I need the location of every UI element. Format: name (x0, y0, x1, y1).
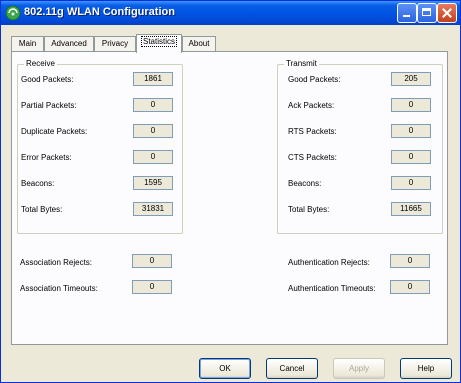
transmit-total-bytes-label: Total Bytes: (288, 205, 330, 214)
receive-group: Receive Good Packets: 1861 Partial Packe… (17, 59, 183, 234)
receive-error-packets-value: 0 (133, 150, 173, 164)
receive-duplicate-packets-value: 0 (133, 124, 173, 138)
receive-group-title: Receive (24, 59, 57, 68)
receive-duplicate-packets-label: Duplicate Packets: (21, 127, 88, 136)
association-rejects-value: 0 (132, 254, 172, 268)
close-button[interactable] (437, 3, 457, 23)
association-timeouts-label: Association Timeouts: (20, 284, 98, 293)
statistics-panel: Receive Good Packets: 1861 Partial Packe… (11, 51, 448, 345)
receive-total-bytes-value: 31831 (133, 202, 173, 216)
authentication-rejects-label: Authentication Rejects: (288, 258, 370, 267)
receive-partial-packets-value: 0 (133, 98, 173, 112)
receive-good-packets-value: 1861 (133, 72, 173, 86)
receive-good-packets-label: Good Packets: (21, 75, 74, 84)
window-title: 802.11g WLAN Configuration (24, 6, 175, 18)
receive-beacons-value: 1595 (133, 176, 173, 190)
network-adapter-icon (5, 5, 21, 21)
association-rejects-label: Association Rejects: (20, 258, 93, 267)
transmit-beacons-label: Beacons: (288, 179, 322, 188)
tab-privacy[interactable]: Privacy (94, 36, 136, 52)
help-button[interactable]: Help (400, 358, 452, 379)
transmit-cts-packets-value: 0 (391, 150, 431, 164)
transmit-total-bytes-value: 11665 (391, 202, 431, 216)
apply-button[interactable]: Apply (333, 358, 385, 379)
wlan-config-window: 802.11g WLAN Configuration Main Advanced… (0, 0, 461, 383)
association-timeouts-value: 0 (132, 280, 172, 294)
cancel-button[interactable]: Cancel (266, 358, 318, 379)
transmit-beacons-value: 0 (391, 176, 431, 190)
authentication-timeouts-label: Authentication Timeouts: (288, 284, 376, 293)
transmit-good-packets-label: Good Packets: (288, 75, 341, 84)
receive-beacons-label: Beacons: (21, 179, 55, 188)
tab-advanced[interactable]: Advanced (44, 36, 94, 52)
transmit-ack-packets-label: Ack Packets: (288, 101, 335, 110)
authentication-timeouts-value: 0 (390, 280, 430, 294)
authentication-rejects-value: 0 (390, 254, 430, 268)
transmit-good-packets-value: 205 (391, 72, 431, 86)
tab-statistics[interactable]: Statistics (136, 34, 182, 53)
ok-button[interactable]: OK (199, 358, 251, 379)
tab-main[interactable]: Main (11, 36, 44, 52)
maximize-button[interactable] (417, 3, 437, 23)
tab-about[interactable]: About (182, 36, 216, 52)
minimize-button[interactable] (397, 3, 417, 23)
title-bar[interactable]: 802.11g WLAN Configuration (1, 1, 460, 25)
receive-error-packets-label: Error Packets: (21, 153, 72, 162)
transmit-ack-packets-value: 0 (391, 98, 431, 112)
transmit-group: Transmit Good Packets: 205 Ack Packets: … (277, 59, 443, 234)
receive-partial-packets-label: Partial Packets: (21, 101, 77, 110)
transmit-cts-packets-label: CTS Packets: (288, 153, 337, 162)
transmit-rts-packets-value: 0 (391, 124, 431, 138)
receive-total-bytes-label: Total Bytes: (21, 205, 63, 214)
transmit-group-title: Transmit (284, 59, 319, 68)
transmit-rts-packets-label: RTS Packets: (288, 127, 337, 136)
